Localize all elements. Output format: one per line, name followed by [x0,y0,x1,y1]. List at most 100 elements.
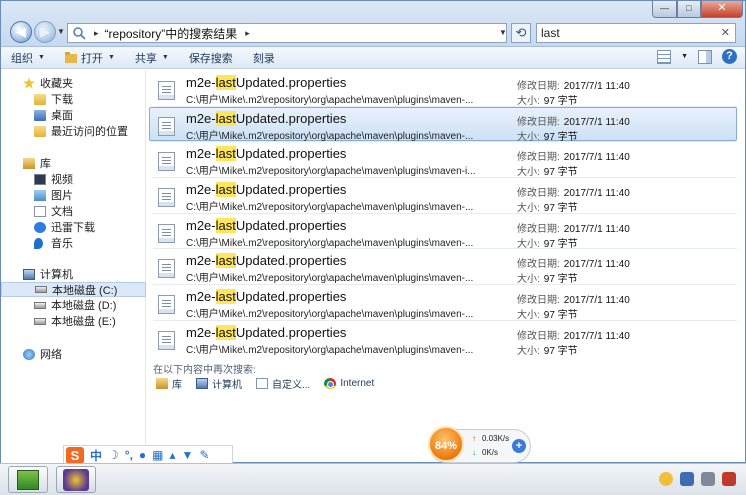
network-tray-icon[interactable] [680,472,694,486]
sogou-logo-icon[interactable]: S [66,446,84,464]
size-label: 大小: [517,274,540,286]
security-tray-icon[interactable] [722,472,736,486]
network-speed-widget[interactable]: 84% ↑ 0.03K/s ↓ 0K/s + [428,426,531,463]
ime-mode-toggle[interactable]: 中 [90,447,102,464]
search-input[interactable]: last ✕ [536,23,736,43]
result-row[interactable]: m2e-lastUpdated.properties C:\用户\Mike\.m2… [149,178,737,214]
modified-label: 修改日期: [517,152,560,164]
sidebar-label: 图片 [51,190,73,202]
sidebar-item-downloads[interactable]: 下载 [1,91,146,107]
sidebar-item-drive-e[interactable]: 本地磁盘 (E:) [1,313,146,329]
modified-value: 2017/7/1 11:40 [563,259,630,271]
result-filename[interactable]: m2e-lastUpdated.properties [186,110,346,126]
result-filename[interactable]: m2e-lastUpdated.properties [186,217,346,233]
sidebar-item-favorites[interactable]: 收藏夹 [1,75,146,91]
sidebar-item-videos[interactable]: 视频 [1,171,146,187]
result-filename[interactable]: m2e-lastUpdated.properties [186,146,346,162]
skin-icon[interactable]: ▴ [170,448,176,462]
sidebar-item-thunder-downloads[interactable]: 迅雷下载 [1,219,146,235]
keyboard-icon[interactable]: ▦ [152,448,163,462]
filename-match-highlight: last [215,289,236,305]
result-modified: 修改日期: 2017/7/1 11:40 [517,220,630,235]
search-custom-link[interactable]: 自定义... [256,376,310,391]
result-filename[interactable]: m2e-lastUpdated.properties [186,182,346,198]
filename-match-highlight: last [215,324,236,340]
search-in-computer-link[interactable]: 计算机 [196,376,242,391]
back-button[interactable]: ◀ [10,21,32,43]
breadcrumb-current[interactable]: “repository”中的搜索结果 [105,25,238,42]
caret-down-icon: ▼ [161,54,169,61]
accelerate-button[interactable]: + [512,439,526,453]
preview-pane-icon[interactable] [698,49,712,64]
view-caret-icon[interactable]: ▼ [681,53,688,60]
sidebar-item-drive-c[interactable]: 本地磁盘 (C:) [1,282,146,297]
modified-value: 2017/7/1 11:40 [563,223,630,235]
title-bar: ◀ ▶ ▼ ▸ “repository”中的搜索结果 ▸ ▼ ⟲ last ✕ … [1,1,745,47]
sidebar-item-computer[interactable]: 计算机 [1,266,146,282]
result-size: 大小: 97 字节 [517,342,578,357]
result-row[interactable]: m2e-lastUpdated.properties C:\用户\Mike\.m2… [149,249,737,286]
sidebar-item-recent[interactable]: 最近访问的位置 [1,123,146,139]
shirt-icon[interactable]: ▼ [182,448,194,462]
result-filename[interactable]: m2e-lastUpdated.properties [186,253,346,269]
address-bar[interactable]: ▸ “repository”中的搜索结果 ▸ [67,23,507,43]
sidebar-item-drive-d[interactable]: 本地磁盘 (D:) [1,297,146,313]
open-menu[interactable]: 打开 ▼ [55,50,125,66]
result-row[interactable]: m2e-lastUpdated.properties C:\用户\Mike\.m2… [149,285,737,322]
microphone-icon[interactable]: ● [139,448,146,462]
breadcrumb-chevron-end[interactable]: ▸ [245,28,250,39]
modified-value: 2017/7/1 11:40 [563,81,630,92]
help-icon[interactable]: ? [722,49,737,64]
burn-button[interactable]: 刻录 [243,50,285,66]
volume-icon[interactable] [701,472,715,486]
save-search-button[interactable]: 保存搜索 [179,50,243,66]
close-button[interactable]: ✕ [701,1,743,18]
result-path: C:\用户\Mike\.m2\repository\org\apache\mav… [186,309,474,321]
result-row[interactable]: m2e-lastUpdated.properties C:\用户\Mike\.m2… [149,214,737,250]
result-row[interactable]: m2e-lastUpdated.properties C:\用户\Mike\.m2… [149,106,737,143]
sidebar-item-desktop[interactable]: 桌面 [1,107,146,123]
wrench-icon[interactable]: ✎ [199,448,209,462]
taskbar-app-1[interactable] [8,466,48,493]
share-menu[interactable]: 共享 ▼ [125,50,179,66]
recent-pages-dropdown[interactable]: ▼ [57,27,65,36]
memory-usage-ball[interactable]: 84% [428,426,464,462]
breadcrumb-chevron[interactable]: ▸ [94,28,99,39]
result-row[interactable]: m2e-lastUpdated.properties C:\用户\Mike\.m2… [149,71,737,107]
search-in-libraries-link[interactable]: 库 [156,376,182,391]
moon-icon[interactable]: ☽ [108,448,119,462]
game-app-icon [63,469,89,491]
result-filename[interactable]: m2e-lastUpdated.properties [186,75,346,90]
forward-button[interactable]: ▶ [34,21,56,43]
qq-icon[interactable] [659,472,673,486]
address-dropdown[interactable]: ▼ [495,23,511,43]
result-row[interactable]: m2e-lastUpdated.properties C:\用户\Mike\.m2… [149,142,737,178]
sidebar-item-documents[interactable]: 文档 [1,203,146,219]
sidebar-item-pictures[interactable]: 图片 [1,187,146,203]
maximize-button[interactable]: □ [677,1,701,18]
filename-match-highlight: last [215,253,236,269]
library-icon [156,378,168,389]
search-internet-link[interactable]: Internet [324,378,374,389]
search-folder-icon [73,27,86,40]
sidebar-item-music[interactable]: 音乐 [1,235,146,251]
sidebar-item-libraries[interactable]: 库 [1,155,146,171]
computer-group: 计算机 本地磁盘 (C:) 本地磁盘 (D:) 本地磁盘 (E:) [1,266,146,329]
punctuation-icon[interactable]: °, [125,448,133,462]
size-label: 大小: [517,310,540,322]
sidebar-item-network[interactable]: 网络 [1,346,146,362]
network-group: 网络 [1,346,146,362]
sidebar-label: 计算机 [40,269,73,281]
change-view-icon[interactable] [657,49,672,64]
result-filename[interactable]: m2e-lastUpdated.properties [186,289,346,305]
taskbar-app-2[interactable] [56,466,96,493]
command-bar: 组织 ▼ 打开 ▼ 共享 ▼ 保存搜索 刻录 ▼ ? [1,47,745,69]
refresh-button[interactable]: ⟲ [511,23,531,43]
result-filename[interactable]: m2e-lastUpdated.properties [186,324,346,340]
explorer-window: ◀ ▶ ▼ ▸ “repository”中的搜索结果 ▸ ▼ ⟲ last ✕ … [0,0,746,465]
organize-menu[interactable]: 组织 ▼ [1,50,55,66]
result-row[interactable]: m2e-lastUpdated.properties C:\用户\Mike\.m2… [149,321,737,357]
minimize-button[interactable]: — [652,1,677,18]
clear-search-icon[interactable]: ✕ [721,24,730,42]
properties-file-icon [158,152,175,172]
